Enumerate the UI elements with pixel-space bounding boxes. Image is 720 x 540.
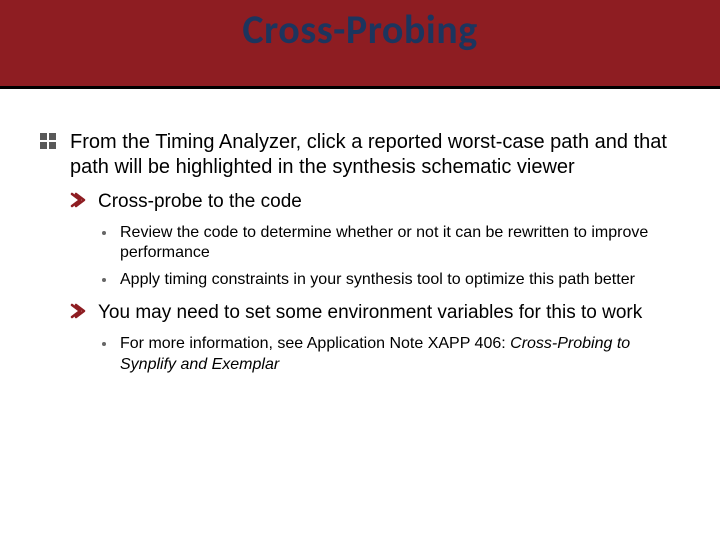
bullet-level2: Cross-probe to the code	[70, 190, 680, 215]
lvl3-text: Review the code to determine whether or …	[120, 224, 648, 262]
bullet-level3: For more information, see Application No…	[102, 334, 680, 376]
dot-bullet-icon	[102, 278, 106, 282]
dot-bullet-icon	[102, 342, 106, 346]
dot-bullet-icon	[102, 231, 106, 235]
content-area: From the Timing Analyzer, click a report…	[40, 130, 680, 381]
lvl2-text: Cross-probe to the code	[98, 191, 302, 212]
bullet-level1: From the Timing Analyzer, click a report…	[40, 130, 680, 180]
slide: Cross-Probing From the Timing Analyzer, …	[0, 0, 720, 540]
bullet-level3: Apply timing constraints in your synthes…	[102, 270, 680, 291]
slide-title: Cross-Probing	[0, 0, 720, 60]
four-square-bullet-icon	[40, 133, 58, 151]
lvl3-text: Apply timing constraints in your synthes…	[120, 271, 635, 288]
lvl1-text: From the Timing Analyzer, click a report…	[70, 131, 667, 178]
chevron-icon	[70, 303, 86, 319]
lvl3-text-prefix: For more information, see Application No…	[120, 335, 510, 352]
chevron-icon	[70, 192, 86, 208]
bullet-level3: Review the code to determine whether or …	[102, 223, 680, 265]
bullet-level2: You may need to set some environment var…	[70, 301, 680, 326]
lvl2-text: You may need to set some environment var…	[98, 302, 642, 323]
